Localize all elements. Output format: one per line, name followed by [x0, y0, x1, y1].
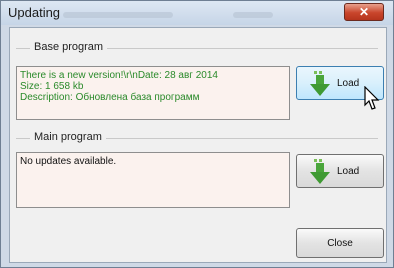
blurred-title-text — [63, 12, 173, 18]
close-button[interactable]: Close — [296, 228, 384, 258]
mouse-cursor-icon — [364, 86, 380, 110]
window-title: Updating — [8, 5, 61, 20]
download-arrow-icon — [310, 159, 330, 184]
window-close-button[interactable]: ✕ — [344, 3, 384, 21]
updating-dialog: Updating ✕ Base program There is a new v… — [0, 0, 394, 268]
main-program-group-label: Main program — [30, 131, 106, 143]
title-bar[interactable]: Updating ✕ — [1, 1, 393, 25]
main-program-status-box: No updates available. — [16, 152, 290, 208]
main-program-load-button[interactable]: Load — [296, 154, 384, 188]
blurred-title-text-2 — [233, 12, 273, 18]
base-program-group-label: Base program — [30, 41, 108, 53]
main-program-load-label: Load — [337, 166, 360, 177]
base-program-status-box: There is a new version!\r\nDate: 28 авг … — [16, 66, 290, 120]
dialog-body: Base program There is a new version!\r\n… — [9, 27, 387, 263]
close-button-label: Close — [327, 237, 353, 249]
base-program-load-label: Load — [337, 78, 360, 89]
download-arrow-icon — [310, 71, 330, 96]
close-icon: ✕ — [358, 5, 370, 19]
